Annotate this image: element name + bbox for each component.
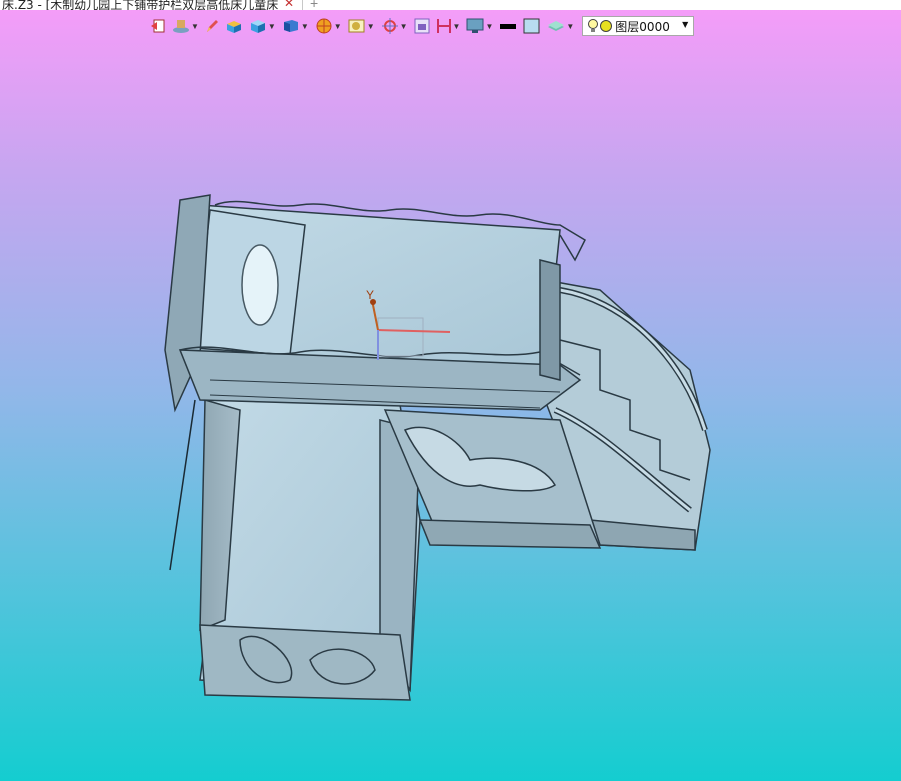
chevron-down-icon[interactable]: ▼: [453, 22, 461, 31]
solid-box-icon: [226, 21, 241, 33]
3d-viewport[interactable]: Y: [0, 40, 901, 781]
axis-label-y: Y: [366, 288, 374, 302]
bed-model: Y: [164, 194, 711, 701]
view-orient-button[interactable]: ▼: [315, 15, 342, 37]
exit-sketch-button[interactable]: [150, 15, 166, 37]
pencil-icon: [206, 20, 218, 32]
chevron-down-icon[interactable]: ▼: [268, 22, 276, 31]
lightbulb-icon: [588, 19, 599, 32]
layer-select-value: 图层0000: [615, 19, 670, 34]
layer-style-button[interactable]: ▼: [547, 15, 574, 37]
rail-line: [169, 399, 196, 571]
display-mode-button[interactable]: ▼: [282, 15, 309, 37]
frame-button[interactable]: [414, 15, 430, 37]
display-mode-icon: [283, 20, 298, 32]
chevron-down-icon[interactable]: ▼: [400, 22, 408, 31]
chevron-down-icon[interactable]: ▼: [566, 22, 574, 31]
render-icon: [348, 19, 365, 33]
chevron-down-icon[interactable]: ▼: [334, 22, 342, 31]
line-color-button[interactable]: [499, 15, 517, 37]
target-button[interactable]: ▼: [381, 15, 408, 37]
frame-icon: [414, 18, 430, 34]
screen-button[interactable]: ▼: [466, 15, 493, 37]
new-tab-icon[interactable]: +: [310, 0, 318, 10]
tab-bar: 床.Z3 - [木制幼儿园上下铺带护栏双层高低床儿童床] ✕ +: [0, 0, 901, 10]
dimension-icon: [436, 19, 451, 33]
fill-color-swatch-icon: [523, 18, 540, 34]
target-icon: [381, 18, 398, 34]
exit-sketch-icon: [151, 19, 165, 33]
dimension-button[interactable]: ▼: [436, 15, 461, 37]
chevron-down-icon[interactable]: ▼: [682, 20, 688, 29]
layer-status-icon: [600, 20, 613, 32]
document-tab-title: 床.Z3 - [木制幼儿园上下铺带护栏双层高低床儿童床]: [2, 0, 278, 10]
wrap-tool-icon: [173, 20, 189, 33]
layer-style-icon: [548, 21, 565, 31]
chevron-down-icon[interactable]: ▼: [191, 22, 199, 31]
document-tab[interactable]: 床.Z3 - [木制幼儿园上下铺带护栏双层高低床儿童床] ✕: [0, 0, 303, 10]
line-color-swatch-icon: [500, 24, 517, 29]
wrap-tool-button[interactable]: ▼: [172, 15, 199, 37]
solid-box-button[interactable]: [225, 15, 243, 37]
layer-select[interactable]: 图层0000 ▼: [582, 16, 695, 36]
fill-color-button[interactable]: [523, 15, 541, 37]
view-orient-icon: [316, 18, 332, 34]
screen-icon: [466, 18, 484, 33]
chevron-down-icon[interactable]: ▼: [367, 22, 375, 31]
shaded-cube-button[interactable]: ▼: [249, 15, 276, 37]
chevron-down-icon[interactable]: ▼: [485, 22, 493, 31]
render-button[interactable]: ▼: [348, 15, 375, 37]
pencil-button[interactable]: [205, 15, 219, 37]
toolbar: ▼ ▼ ▼ ▼ ▼ ▼ ▼ ▼ ▼ 图层0000 ▼: [150, 14, 750, 38]
shaded-cube-icon: [250, 20, 265, 33]
close-tab-icon[interactable]: ✕: [284, 0, 294, 10]
lower-bunk: [199, 399, 421, 701]
chevron-down-icon[interactable]: ▼: [301, 22, 309, 31]
